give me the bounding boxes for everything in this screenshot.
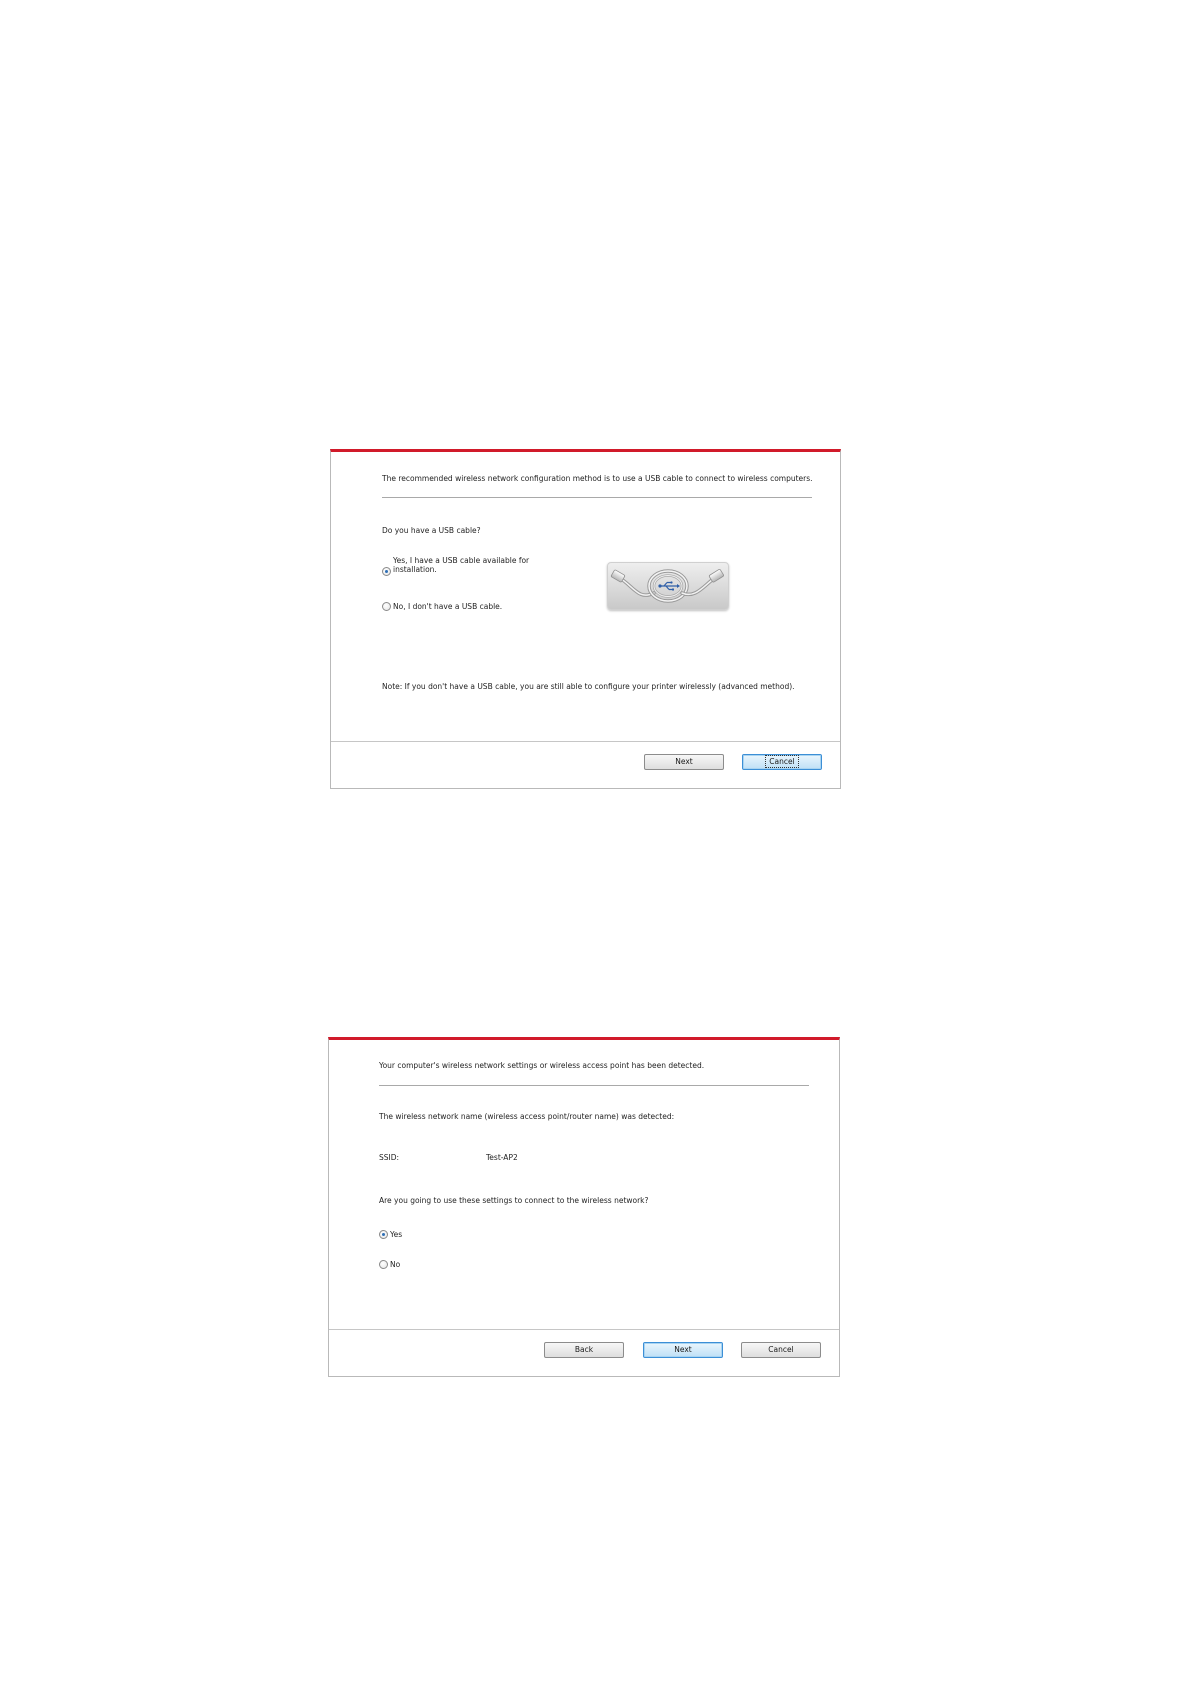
next-button[interactable]: Next (644, 754, 724, 770)
heading-separator (382, 497, 812, 498)
radio-yes[interactable] (379, 1230, 388, 1239)
heading-separator (379, 1085, 809, 1086)
cancel-button[interactable]: Cancel (741, 1342, 821, 1358)
next-button[interactable]: Next (643, 1342, 723, 1358)
usb-cable-image (610, 569, 724, 603)
ssid-label: SSID: (379, 1153, 400, 1162)
dialog-heading: Your computer's wireless network setting… (379, 1061, 705, 1070)
wireless-detected-dialog: Your computer's wireless network setting… (328, 1037, 840, 1377)
cancel-button-label: Cancel (765, 755, 799, 768)
footer-separator (331, 741, 840, 742)
radio-no-label[interactable]: No (390, 1260, 400, 1269)
cancel-button[interactable]: Cancel (742, 754, 822, 770)
next-button-label: Next (674, 1345, 692, 1354)
use-settings-question: Are you going to use these settings to c… (379, 1196, 649, 1205)
radio-no[interactable] (379, 1260, 388, 1269)
footer-separator (329, 1329, 839, 1330)
back-button-label: Back (574, 1345, 594, 1354)
usb-question: Do you have a USB cable? (382, 526, 481, 535)
radio-no-label[interactable]: No, I don't have a USB cable. (393, 602, 502, 611)
cancel-button-label: Cancel (768, 1345, 794, 1354)
radio-yes-label[interactable]: Yes (390, 1230, 402, 1239)
usb-cable-icon (607, 562, 729, 610)
advanced-method-note: Note: If you don't have a USB cable, you… (382, 682, 795, 691)
back-button[interactable]: Back (544, 1342, 624, 1358)
radio-yes-usb[interactable] (382, 567, 391, 576)
radio-no-usb[interactable] (382, 602, 391, 611)
ssid-value: Test-AP2 (486, 1153, 518, 1162)
usb-cable-dialog: The recommended wireless network configu… (330, 449, 841, 789)
dialog-heading: The recommended wireless network configu… (382, 474, 813, 483)
radio-yes-label-line1[interactable]: Yes, I have a USB cable available for (393, 556, 529, 565)
radio-yes-label-line2[interactable]: installation. (393, 565, 437, 574)
network-detected-text: The wireless network name (wireless acce… (379, 1112, 675, 1121)
next-button-label: Next (675, 757, 693, 766)
